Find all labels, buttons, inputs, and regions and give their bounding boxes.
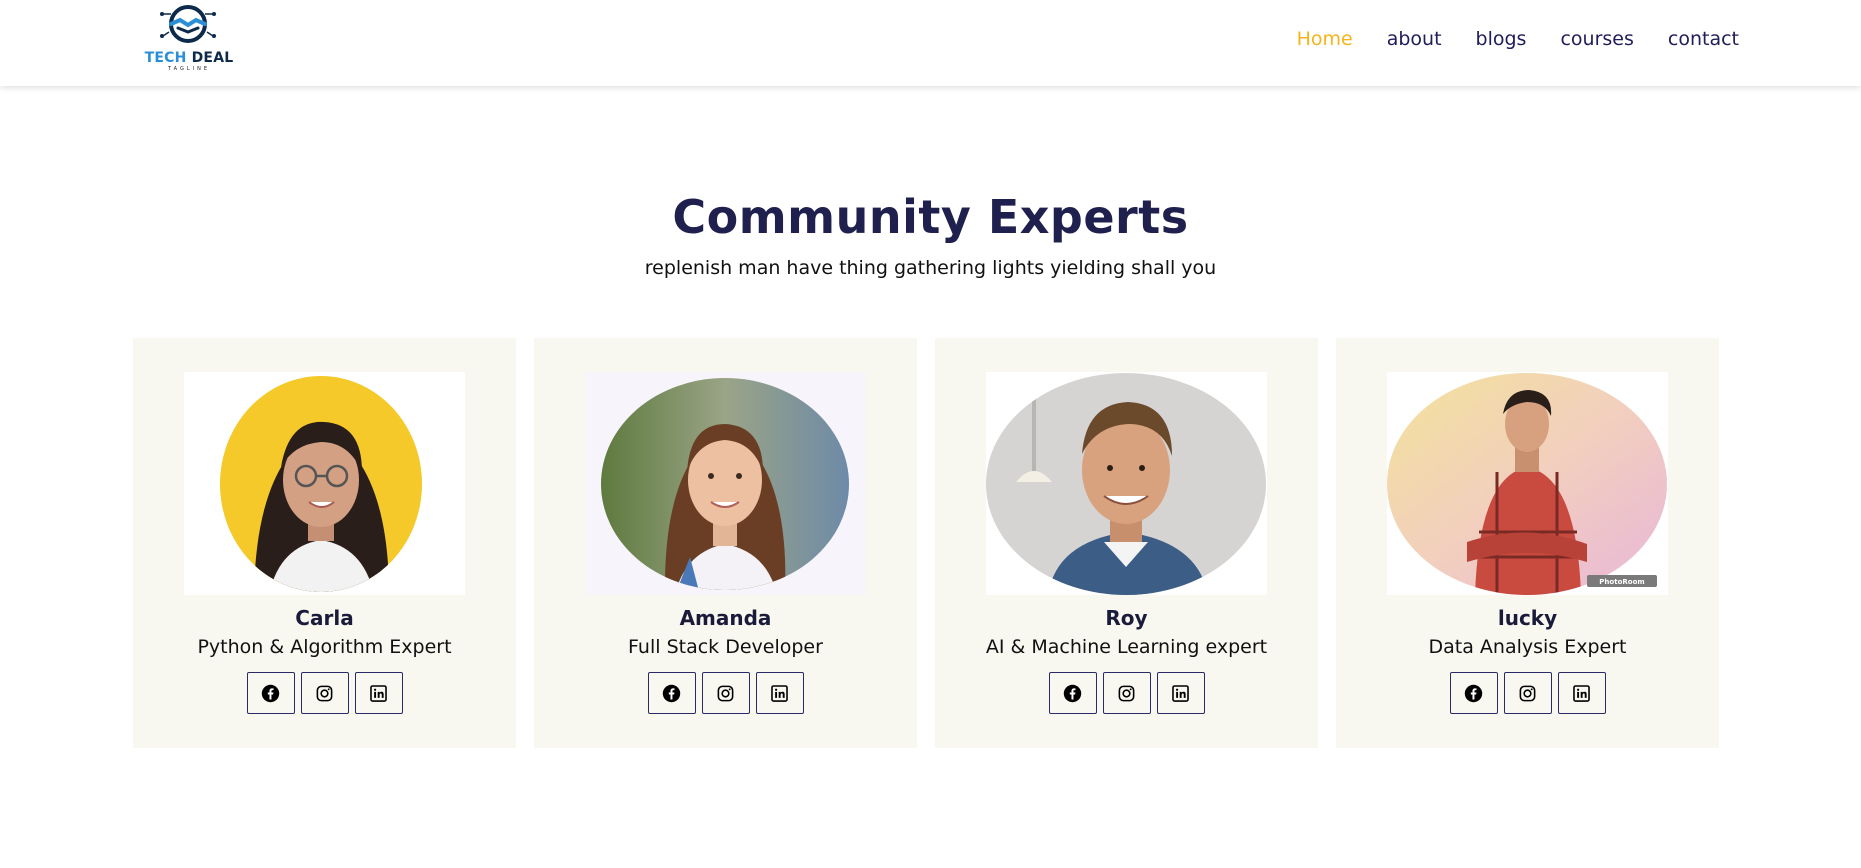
expert-photo: PhotoRoom <box>1387 373 1667 595</box>
instagram-button[interactable] <box>701 672 750 714</box>
expert-photo-frame <box>585 372 866 595</box>
expert-socials <box>133 672 516 714</box>
expert-socials <box>935 672 1318 714</box>
linkedin-button[interactable] <box>1156 672 1205 714</box>
brand-logo[interactable]: TECH DEAL TAGLINE <box>140 2 236 72</box>
expert-role: Python & Algorithm Expert <box>197 636 452 658</box>
nav-link-contact[interactable]: contact <box>1668 28 1739 50</box>
linkedin-button[interactable] <box>354 672 403 714</box>
expert-name: Carla <box>295 606 354 630</box>
section-title: Community Experts <box>672 190 1189 244</box>
linkedin-button[interactable] <box>755 672 804 714</box>
section-subtitle: replenish man have thing gathering light… <box>644 257 1217 279</box>
expert-name: lucky <box>1497 606 1558 630</box>
expert-card: Roy AI & Machine Learning expert <box>935 338 1318 748</box>
instagram-icon <box>316 685 333 701</box>
expert-photo-frame <box>184 372 465 595</box>
expert-role: Full Stack Developer <box>628 636 823 658</box>
facebook-icon <box>662 684 681 702</box>
expert-name: Roy <box>1105 606 1148 630</box>
linkedin-icon <box>1172 684 1189 702</box>
expert-photo <box>986 373 1266 595</box>
expert-card: Amanda Full Stack Developer <box>534 338 917 748</box>
handshake-circuit-icon <box>160 5 216 43</box>
photoroom-watermark-text: PhotoRoom <box>1599 578 1644 586</box>
expert-role: AI & Machine Learning expert <box>985 636 1268 658</box>
facebook-icon <box>261 684 280 702</box>
navbar: TECH DEAL TAGLINE Home about blogs cours… <box>0 0 1861 86</box>
instagram-icon <box>1519 685 1536 701</box>
brand-name-part1: TECH <box>144 50 187 66</box>
brand-name: TECH DEAL <box>144 50 234 66</box>
facebook-button[interactable] <box>246 672 295 714</box>
instagram-button[interactable] <box>1503 672 1552 714</box>
nav-link-about[interactable]: about <box>1387 28 1442 50</box>
expert-card: PhotoRoom lucky Data Analysis Expert <box>1336 338 1719 748</box>
linkedin-icon <box>370 684 387 702</box>
nav-link-blogs[interactable]: blogs <box>1476 28 1527 50</box>
linkedin-button[interactable] <box>1557 672 1606 714</box>
expert-role: Data Analysis Expert <box>1428 636 1627 658</box>
brand-name-part2: DEAL <box>191 50 234 66</box>
nav-link-courses[interactable]: courses <box>1560 28 1633 50</box>
nav-menu: Home about blogs courses contact <box>1297 28 1739 50</box>
instagram-button[interactable] <box>1102 672 1151 714</box>
instagram-icon <box>1118 685 1135 701</box>
expert-card: Carla Python & Algorithm Expert <box>133 338 516 748</box>
brand-tagline: TAGLINE <box>167 66 211 72</box>
expert-photo <box>601 378 849 590</box>
linkedin-icon <box>771 684 788 702</box>
facebook-button[interactable] <box>1449 672 1498 714</box>
facebook-icon <box>1464 684 1483 702</box>
expert-socials <box>1336 672 1719 714</box>
facebook-icon <box>1063 684 1082 702</box>
experts-grid: Carla Python & Algorithm Expert Amanda F… <box>133 338 1719 748</box>
linkedin-icon <box>1573 684 1590 702</box>
nav-link-home[interactable]: Home <box>1297 28 1353 50</box>
facebook-button[interactable] <box>647 672 696 714</box>
instagram-icon <box>717 685 734 701</box>
instagram-button[interactable] <box>300 672 349 714</box>
expert-socials <box>534 672 917 714</box>
facebook-button[interactable] <box>1048 672 1097 714</box>
expert-photo-frame <box>986 372 1267 595</box>
expert-photo-frame: PhotoRoom <box>1387 372 1668 595</box>
expert-name: Amanda <box>679 606 772 630</box>
expert-photo <box>220 376 422 592</box>
